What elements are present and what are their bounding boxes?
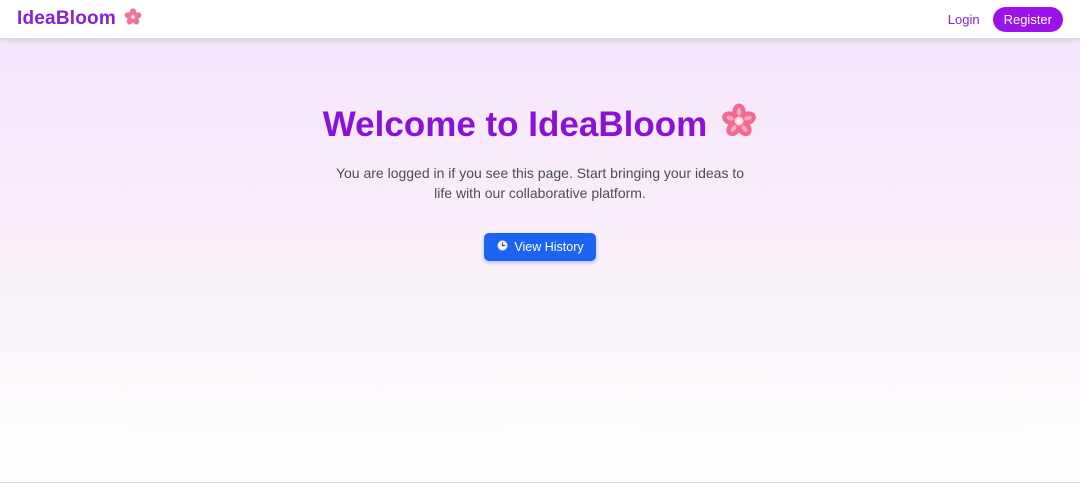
page-title: Welcome to IdeaBloom [323, 103, 757, 147]
clock-icon [497, 240, 509, 254]
page-title-text: Welcome to IdeaBloom [322, 105, 708, 144]
cherry-blossom-icon [721, 103, 757, 147]
view-history-label: View History [514, 240, 584, 254]
navbar: IdeaBloom Login Register [0, 0, 1080, 38]
welcome-message: You are logged in if you see this page. … [335, 165, 745, 201]
brand-name: IdeaBloom [17, 8, 116, 29]
cherry-blossom-icon [124, 7, 142, 31]
register-button[interactable]: Register [992, 6, 1063, 32]
nav-actions: Login Register [948, 6, 1063, 32]
view-history-button[interactable]: View History [484, 233, 596, 261]
hero-section: Welcome to IdeaBloom You are logged in i… [0, 103, 1080, 261]
login-link[interactable]: Login [948, 12, 980, 27]
brand-logo[interactable]: IdeaBloom [17, 7, 142, 31]
